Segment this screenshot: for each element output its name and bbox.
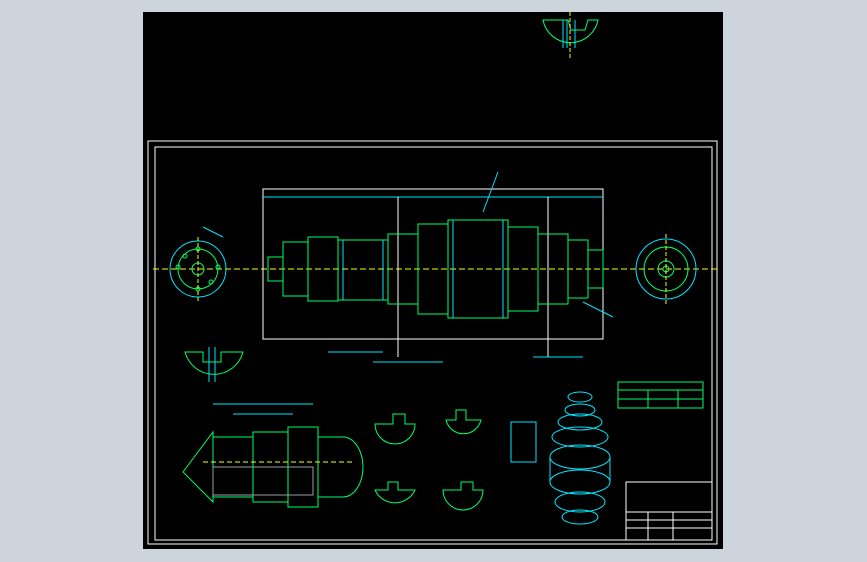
sheet-frame — [147, 140, 718, 545]
cad-drawing-canvas[interactable] — [143, 12, 723, 549]
spec-table — [617, 381, 704, 409]
left-end-view — [169, 226, 227, 301]
cad-drawing — [147, 12, 718, 545]
iso-3d-view — [549, 391, 611, 525]
main-elevation — [262, 171, 614, 363]
top-detail-section — [542, 12, 599, 60]
title-block — [625, 481, 713, 541]
shaft-detail — [182, 403, 364, 508]
section-views — [184, 347, 537, 511]
